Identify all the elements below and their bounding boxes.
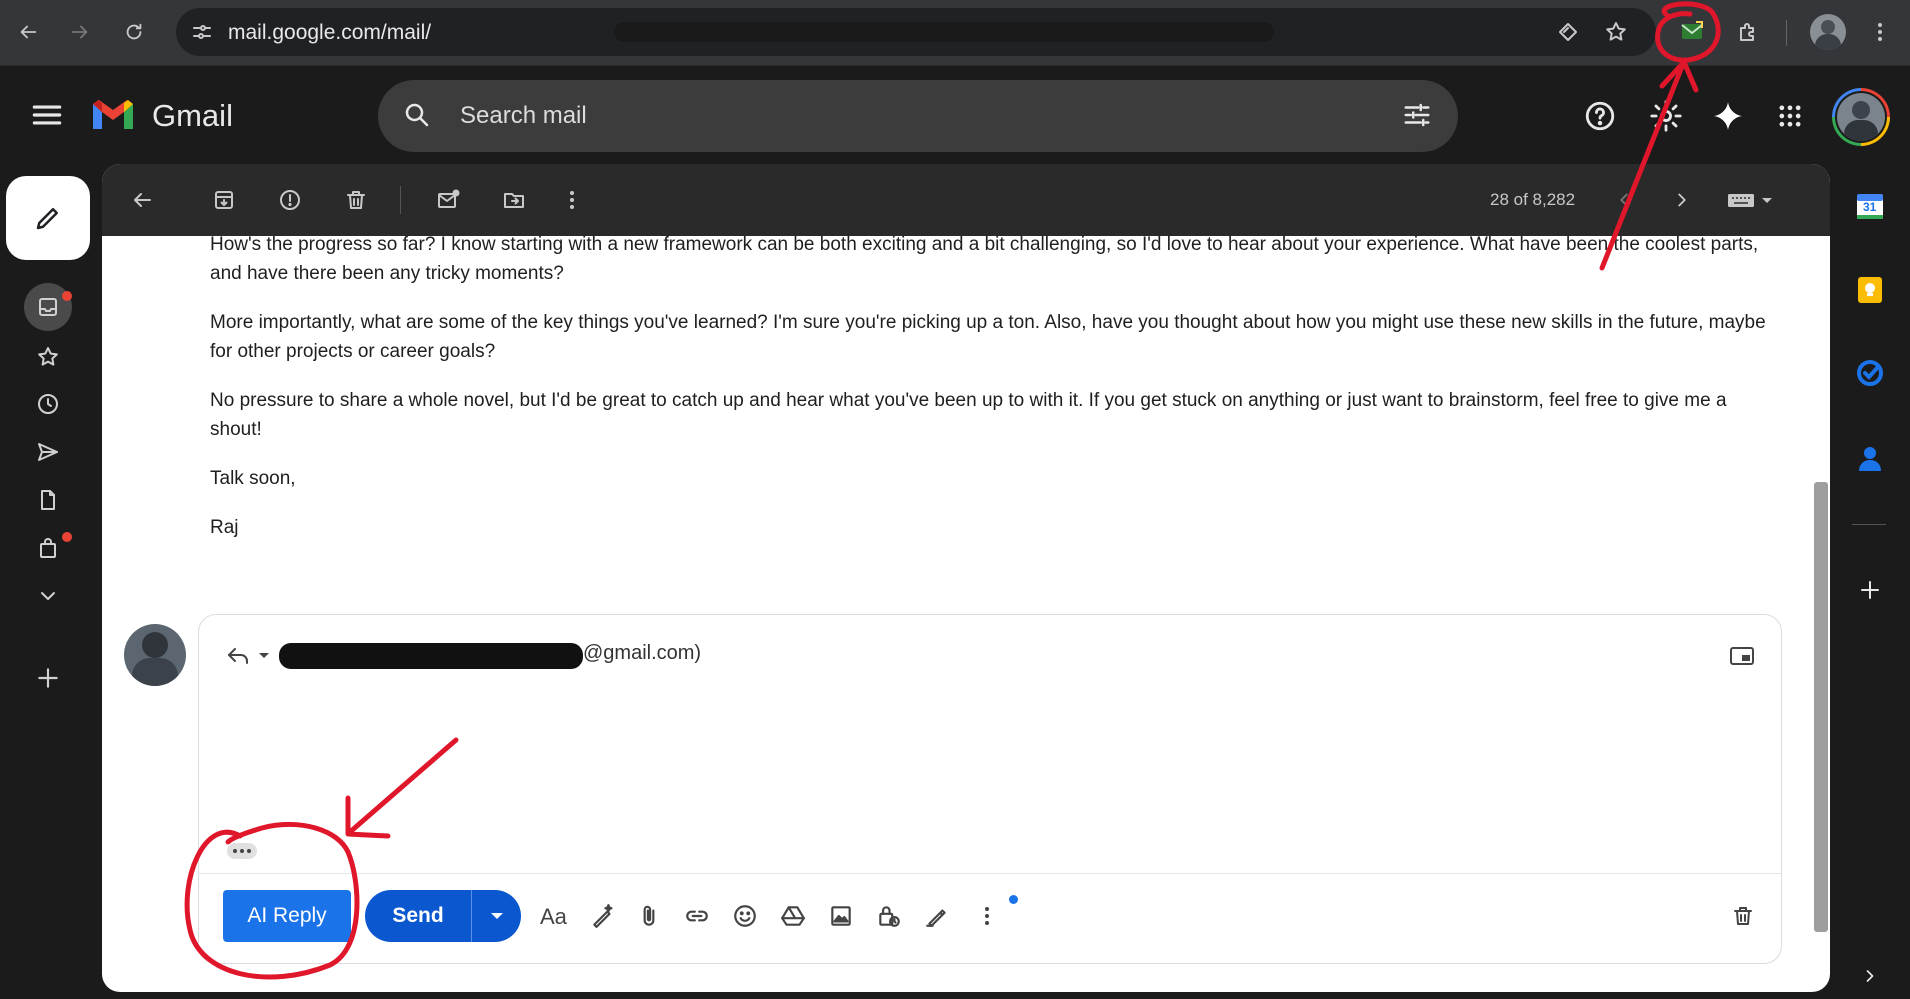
scrollbar-thumb[interactable] bbox=[1814, 482, 1828, 932]
browser-toolbar: mail.google.com/mail/ bbox=[0, 0, 1910, 66]
keep-app-icon[interactable] bbox=[1850, 270, 1890, 310]
more-compose-options-icon[interactable] bbox=[969, 898, 1005, 934]
pencil-icon bbox=[36, 208, 58, 230]
archive-icon[interactable] bbox=[206, 182, 242, 218]
email-signature: Raj bbox=[210, 517, 239, 538]
email-paragraph: More importantly, what are some of the k… bbox=[210, 312, 1766, 362]
profile-avatar[interactable] bbox=[1810, 14, 1846, 50]
insert-photo-icon[interactable] bbox=[823, 898, 859, 934]
back-icon[interactable] bbox=[10, 14, 46, 50]
search-input[interactable]: Search mail bbox=[460, 102, 587, 130]
pop-out-icon[interactable] bbox=[1729, 645, 1755, 667]
insert-link-icon[interactable] bbox=[679, 898, 715, 934]
rail-drafts[interactable] bbox=[24, 476, 72, 524]
help-icon[interactable] bbox=[1578, 94, 1622, 138]
discard-draft-icon[interactable] bbox=[1725, 898, 1761, 934]
input-tools-keyboard-icon[interactable] bbox=[1722, 182, 1782, 218]
clock-icon bbox=[38, 394, 58, 414]
address-bar[interactable]: mail.google.com/mail/ bbox=[176, 8, 1656, 56]
get-addons-plus-icon[interactable] bbox=[1850, 570, 1890, 610]
site-settings-icon[interactable] bbox=[190, 20, 214, 44]
expand-side-panel-icon[interactable] bbox=[1850, 956, 1890, 996]
ai-reply-button[interactable]: AI Reply bbox=[223, 890, 351, 942]
delete-icon[interactable] bbox=[338, 182, 374, 218]
report-spam-icon[interactable] bbox=[272, 182, 308, 218]
rail-create-label[interactable] bbox=[24, 654, 72, 702]
browser-menu-icon[interactable] bbox=[1862, 14, 1898, 50]
search-bar[interactable]: Search mail bbox=[378, 80, 1458, 152]
gmail-logo-icon[interactable] bbox=[90, 96, 136, 132]
rail-snoozed[interactable] bbox=[24, 380, 72, 428]
toolbar-divider bbox=[1786, 20, 1787, 46]
purchases-unread-dot bbox=[62, 532, 72, 542]
draft-file-icon bbox=[41, 490, 55, 510]
toolbar-separator bbox=[400, 186, 401, 214]
recipient-redaction bbox=[279, 643, 583, 669]
google-drive-icon[interactable] bbox=[775, 898, 811, 934]
mark-unread-icon[interactable] bbox=[430, 182, 466, 218]
send-button[interactable]: Send bbox=[365, 890, 471, 942]
svg-text:Aa: Aa bbox=[540, 904, 568, 929]
reply-compose-box[interactable]: @gmail.com) AI Reply Send Aa bbox=[198, 614, 1782, 964]
caret-down-icon bbox=[490, 913, 503, 919]
message-toolbar: 28 of 8,282 bbox=[102, 164, 1830, 236]
ai-reply-extension-icon[interactable] bbox=[1674, 14, 1710, 50]
email-body: How's the progress so far? I know starti… bbox=[210, 234, 1770, 562]
page-count: 28 of 8,282 bbox=[1490, 190, 1576, 209]
attach-file-icon[interactable] bbox=[631, 898, 667, 934]
compose-divider bbox=[199, 873, 1781, 874]
recipient-address[interactable]: @gmail.com) bbox=[583, 642, 701, 665]
confidential-mode-icon[interactable] bbox=[871, 898, 907, 934]
search-options-icon[interactable] bbox=[1402, 100, 1432, 130]
tasks-app-icon[interactable] bbox=[1850, 353, 1890, 393]
older-chevron-icon[interactable] bbox=[1664, 182, 1700, 218]
email-signoff: Talk soon, bbox=[210, 468, 296, 489]
compose-button[interactable] bbox=[6, 176, 90, 260]
email-paragraph: How's the progress so far? I know starti… bbox=[210, 234, 1759, 284]
rail-more[interactable] bbox=[24, 572, 72, 620]
calendar-day-number: 31 bbox=[1863, 200, 1877, 214]
help-me-write-icon[interactable] bbox=[585, 898, 621, 934]
chevron-down-icon bbox=[41, 592, 55, 600]
bookmark-star-icon[interactable] bbox=[1598, 14, 1634, 50]
gmail-logo-text[interactable]: Gmail bbox=[152, 98, 233, 134]
reply-type-icon[interactable] bbox=[225, 643, 271, 669]
account-avatar[interactable] bbox=[1832, 88, 1890, 146]
gemini-sparkle-icon[interactable] bbox=[1706, 94, 1750, 138]
lens-icon[interactable] bbox=[1550, 14, 1586, 50]
email-paragraph: No pressure to share a whole novel, but … bbox=[210, 390, 1727, 440]
shopping-bag-icon bbox=[40, 538, 56, 558]
right-rail-divider bbox=[1852, 524, 1886, 525]
rail-starred[interactable] bbox=[24, 333, 72, 381]
reload-icon[interactable] bbox=[116, 14, 152, 50]
formatting-options-icon[interactable]: Aa bbox=[537, 898, 573, 934]
main-menu-icon[interactable] bbox=[28, 96, 66, 134]
inbox-unread-dot bbox=[62, 291, 72, 301]
new-feature-dot bbox=[1009, 895, 1018, 904]
rail-sent[interactable] bbox=[24, 428, 72, 476]
inbox-icon bbox=[39, 298, 57, 316]
newer-chevron-icon[interactable] bbox=[1606, 182, 1642, 218]
search-icon[interactable] bbox=[402, 100, 432, 130]
settings-gear-icon[interactable] bbox=[1644, 94, 1688, 138]
url-redaction bbox=[614, 22, 1274, 42]
insert-signature-icon[interactable] bbox=[919, 898, 955, 934]
url-text[interactable]: mail.google.com/mail/ bbox=[228, 21, 431, 45]
contacts-app-icon[interactable] bbox=[1850, 438, 1890, 478]
plus-icon bbox=[38, 668, 58, 688]
forward-icon[interactable] bbox=[62, 14, 98, 50]
show-trimmed-content-button[interactable] bbox=[227, 843, 257, 859]
gmail-header: Gmail Search mail bbox=[0, 66, 1910, 166]
back-to-inbox-icon[interactable] bbox=[124, 182, 160, 218]
send-button-group: Send bbox=[365, 890, 521, 942]
extensions-icon[interactable] bbox=[1730, 14, 1766, 50]
send-icon bbox=[38, 443, 58, 461]
apps-grid-icon[interactable] bbox=[1768, 94, 1812, 138]
more-options-icon[interactable] bbox=[554, 182, 590, 218]
reply-sender-avatar bbox=[124, 624, 186, 686]
send-options-dropdown[interactable] bbox=[472, 890, 521, 942]
insert-emoji-icon[interactable] bbox=[727, 898, 763, 934]
star-icon bbox=[38, 347, 58, 366]
move-to-icon[interactable] bbox=[496, 182, 532, 218]
